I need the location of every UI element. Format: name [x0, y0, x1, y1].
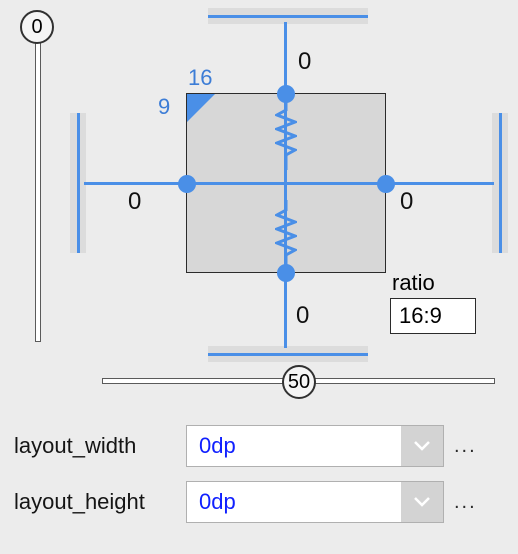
layout-width-row: layout_width 0dp ...: [14, 424, 504, 468]
aspect-ratio-input[interactable]: [390, 298, 476, 334]
chevron-down-icon[interactable]: [401, 426, 443, 466]
right-rail: [492, 113, 508, 253]
vertical-bias-slider-track[interactable]: [35, 30, 41, 342]
bottom-constraint-handle[interactable]: [277, 264, 295, 282]
top-margin-value[interactable]: 0: [298, 48, 311, 76]
vertical-spring-icon: [275, 200, 297, 270]
bottom-constraint-line[interactable]: [284, 273, 287, 348]
layout-height-label: layout_height: [14, 489, 186, 515]
top-constraint-handle[interactable]: [277, 85, 295, 103]
bottom-margin-value[interactable]: 0: [296, 302, 309, 330]
aspect-ratio-label: ratio: [392, 270, 435, 296]
horizontal-bias-slider-knob[interactable]: 50: [282, 365, 316, 399]
left-margin-value[interactable]: 0: [128, 188, 141, 216]
widget-horizontal-midline: [186, 182, 386, 185]
constraint-canvas: 0 0 0 0 0 16 9 ratio 50: [0, 0, 518, 404]
top-rail: [208, 8, 368, 24]
bottom-rail: [208, 346, 368, 362]
right-constraint-line[interactable]: [386, 182, 494, 185]
layout-width-select[interactable]: 0dp: [186, 425, 444, 467]
layout-width-more-button[interactable]: ...: [454, 435, 477, 458]
layout-width-value: 0dp: [187, 433, 401, 459]
layout-height-more-button[interactable]: ...: [454, 491, 477, 514]
aspect-height-value: 9: [158, 94, 170, 120]
left-constraint-handle[interactable]: [178, 175, 196, 193]
right-margin-value[interactable]: 0: [400, 188, 413, 216]
vertical-spring-icon: [275, 100, 297, 170]
layout-height-value: 0dp: [187, 489, 401, 515]
aspect-width-value: 16: [188, 65, 212, 91]
left-constraint-line[interactable]: [84, 182, 187, 185]
vertical-bias-slider-knob[interactable]: 0: [20, 10, 54, 44]
right-constraint-handle[interactable]: [377, 175, 395, 193]
top-constraint-line[interactable]: [284, 22, 287, 94]
layout-height-row: layout_height 0dp ...: [14, 480, 504, 524]
aspect-ratio-corner-icon[interactable]: [187, 94, 215, 122]
chevron-down-icon[interactable]: [401, 482, 443, 522]
layout-height-select[interactable]: 0dp: [186, 481, 444, 523]
layout-width-label: layout_width: [14, 433, 186, 459]
